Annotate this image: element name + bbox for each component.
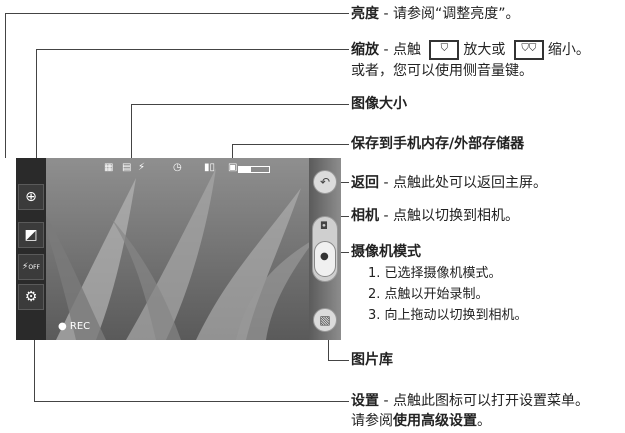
storage-icon[interactable]: ▣ [228, 162, 237, 173]
zoom-icon: ⊕ [25, 189, 37, 205]
brightness-title: 亮度 [351, 6, 379, 22]
grass-background [16, 158, 341, 340]
leader-line [131, 104, 349, 105]
settings-line2-a: 请参阅 [351, 413, 393, 429]
brightness-button[interactable]: ◩ [18, 222, 44, 248]
gallery-icon: ▧ [319, 313, 331, 327]
brightness-annotation: 亮度 - 请参阅“调整亮度”。 [351, 6, 519, 23]
zoom-line2: 或者，您可以使用侧音量键。 [351, 63, 533, 79]
brightness-desc: - 请参阅“调整亮度”。 [379, 6, 520, 22]
zoom-desc-2: 放大或 [463, 42, 506, 58]
flash-button[interactable]: ⚡OFF [18, 254, 44, 280]
storage-bar [238, 166, 270, 173]
zoom-desc-3: 缩小。 [547, 42, 590, 58]
settings-line2-c: 。 [477, 413, 491, 429]
image-size-title: 图像大小 [351, 96, 407, 112]
image-size-annotation: 图像大小 [351, 96, 407, 113]
battery-icon: ▮▯ [204, 162, 216, 173]
leader-line [5, 13, 6, 158]
leader-line [36, 49, 349, 50]
leader-line [36, 49, 37, 158]
back-annotation: 返回 - 点触此处可以返回主屏。 [351, 175, 547, 192]
gallery-button[interactable]: ▧ [313, 308, 337, 332]
camera-desc: - 点触以切换到相机。 [379, 208, 519, 224]
camera-title: 相机 [351, 208, 379, 224]
zoom-annotation: 缩放 - 点触 ⛉ 放大或 ⛉⛉ 缩小。 或者，您可以使用侧音量键。 [351, 40, 590, 80]
leader-line [5, 13, 349, 14]
video-mode-item: 2. 点触以开始录制。 [368, 287, 489, 302]
settings-icon: ⚙ [24, 289, 38, 305]
leader-line [232, 144, 233, 158]
rec-indicator: ● REC [58, 321, 91, 332]
zoom-title: 缩放 [351, 42, 379, 58]
zoom-out-icon: ⛉⛉ [513, 40, 544, 60]
video-mode-title: 摄像机模式 [351, 244, 421, 260]
leader-line [34, 401, 349, 402]
flash-label: OFF [28, 264, 40, 271]
zoom-in-icon: ⛉ [429, 40, 460, 60]
zoom-button[interactable]: ⊕ [18, 184, 44, 210]
settings-button[interactable]: ⚙ [18, 284, 44, 310]
gallery-title: 图片库 [351, 352, 393, 368]
leader-line [328, 360, 349, 361]
timer-icon: ◷ [173, 162, 182, 173]
leader-line [232, 144, 349, 145]
back-button[interactable]: ↶ [313, 170, 337, 194]
settings-line2-b: 使用高级设置 [393, 413, 477, 429]
camera-icon: ◘ [320, 221, 328, 232]
flash-off-icon: ⚡OFF [22, 262, 40, 272]
settings-annotation: 设置 - 点触此图标可以打开设置菜单。 请参阅使用高级设置。 [351, 393, 589, 430]
settings-line2: 请参阅使用高级设置。 [351, 413, 589, 430]
video-mode-knob[interactable]: ● [314, 241, 336, 277]
video-mode-icon: ● [320, 251, 329, 262]
right-toolbar: ↶ ◘ ● ▧ [309, 158, 341, 340]
zoom-desc-1: - 点触 [379, 42, 421, 58]
storage-annotation: 保存到手机内存/外部存储器 [351, 136, 524, 153]
gallery-annotation: 图片库 [351, 352, 393, 369]
scene-icon: ⚡ [138, 162, 146, 173]
camera-annotation: 相机 - 点触以切换到相机。 [351, 208, 519, 225]
video-mode-item: 1. 已选择摄像机模式。 [368, 266, 502, 281]
mode-switch[interactable]: ◘ ● [312, 216, 338, 282]
back-title: 返回 [351, 175, 379, 191]
video-mode-item: 3. 向上拖动以切换到相机。 [368, 308, 528, 323]
leader-line [131, 104, 132, 158]
settings-title: 设置 [351, 393, 379, 409]
back-desc: - 点触此处可以返回主屏。 [379, 175, 547, 191]
settings-desc: - 点触此图标可以打开设置菜单。 [379, 393, 589, 409]
video-mode-annotation: 摄像机模式 1. 已选择摄像机模式。 2. 点触以开始录制。 3. 向上拖动以切… [351, 244, 528, 324]
quality-icon: ▤ [122, 162, 132, 173]
brightness-icon: ◩ [24, 227, 38, 243]
camera-viewfinder: ▦ ▤ ⚡ ◷ ▮▯ ▣ ⊕ ◩ ⚡OFF ⚙ ● REC ↶ ◘ ● ▧ [16, 158, 341, 340]
storage-title: 保存到手机内存/外部存储器 [351, 136, 525, 152]
back-icon: ↶ [319, 175, 331, 189]
left-toolbar: ⊕ ◩ ⚡OFF ⚙ [16, 158, 46, 340]
leader-line [34, 340, 35, 402]
image-size-icon[interactable]: ▦ [104, 162, 113, 173]
